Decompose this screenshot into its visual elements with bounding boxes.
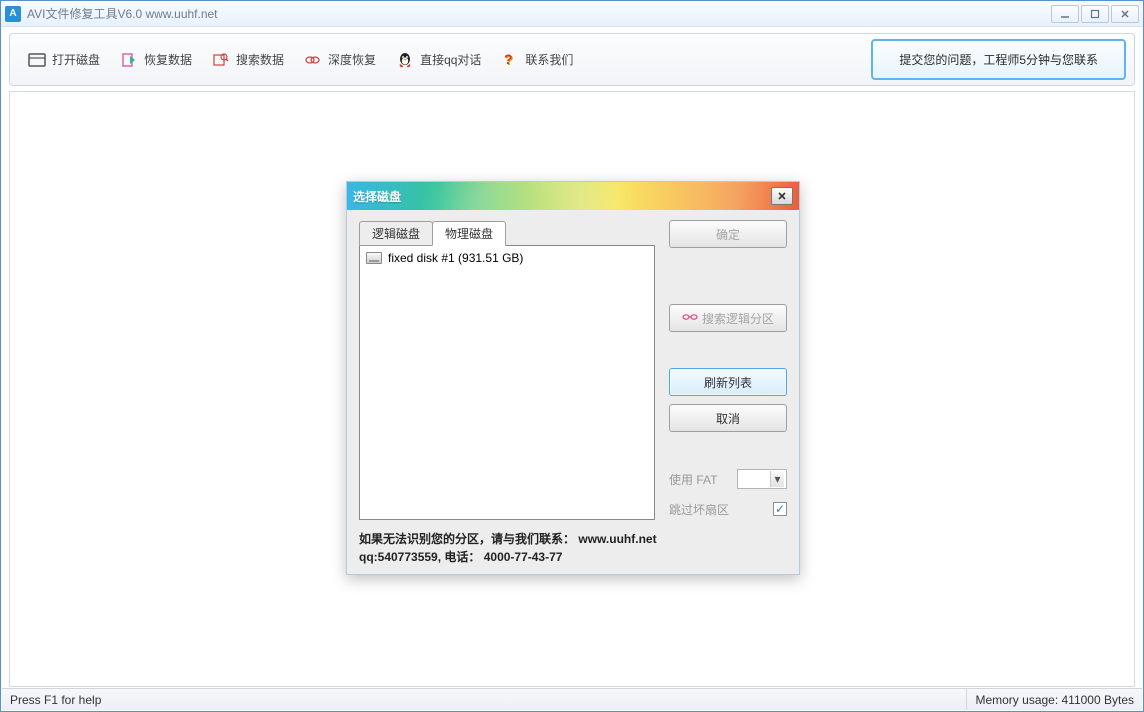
statusbar: Press F1 for help Memory usage: 411000 B… <box>2 688 1142 710</box>
search-data-icon <box>212 51 230 69</box>
disk-item[interactable]: fixed disk #1 (931.51 GB) <box>366 250 648 266</box>
engineer-contact-label: 提交您的问题，工程师5分钟与您联系 <box>899 53 1098 67</box>
ok-button[interactable]: 确定 <box>669 220 787 248</box>
open-disk-button[interactable]: 打开磁盘 <box>18 45 110 75</box>
deep-recover-label: 深度恢复 <box>328 51 376 68</box>
disk-item-label: fixed disk #1 (931.51 GB) <box>388 251 523 265</box>
titlebar: A AVI文件修复工具V6.0 www.uuhf.net <box>1 1 1143 27</box>
skip-bad-sector-option: 跳过坏扇区 ✓ <box>669 498 787 520</box>
maximize-button[interactable] <box>1081 5 1109 23</box>
footer-text: 如果无法识别您的分区，请与我们联系： <box>359 532 575 546</box>
footer-url: www.uuhf.net <box>578 532 656 546</box>
window-controls <box>1051 5 1139 23</box>
skip-bad-sector-label: 跳过坏扇区 <box>669 501 729 518</box>
ok-label: 确定 <box>716 226 740 243</box>
toolbar: 打开磁盘 恢复数据 搜索数据 深度恢复 直接qq对话 ?? 联系我们 提交您的问… <box>9 33 1135 86</box>
qq-icon <box>396 51 414 69</box>
deep-recover-icon <box>304 51 322 69</box>
open-disk-icon <box>28 51 46 69</box>
qq-chat-button[interactable]: 直接qq对话 <box>386 45 491 75</box>
use-fat-option: 使用 FAT ▾ <box>669 468 787 490</box>
search-logical-label: 搜索逻辑分区 <box>702 310 774 327</box>
recover-data-button[interactable]: 恢复数据 <box>110 45 202 75</box>
contact-us-label: 联系我们 <box>525 51 573 68</box>
dialog-footer: 如果无法识别您的分区，请与我们联系： www.uuhf.net qq:54077… <box>359 520 787 566</box>
use-fat-select[interactable]: ▾ <box>737 469 787 489</box>
recover-data-icon <box>120 51 138 69</box>
window-title: AVI文件修复工具V6.0 www.uuhf.net <box>27 5 1051 22</box>
dialog-title: 选择磁盘 <box>353 188 401 205</box>
status-memory: Memory usage: 411000 Bytes <box>966 689 1134 710</box>
use-fat-label: 使用 FAT <box>669 471 717 488</box>
tab-logical-disk[interactable]: 逻辑磁盘 <box>359 221 433 246</box>
close-button[interactable] <box>1111 5 1139 23</box>
open-disk-label: 打开磁盘 <box>52 51 100 68</box>
disk-list[interactable]: fixed disk #1 (931.51 GB) <box>359 245 655 520</box>
contact-us-button[interactable]: ?? 联系我们 <box>491 45 583 75</box>
app-icon: A <box>5 6 21 22</box>
cancel-label: 取消 <box>716 410 740 427</box>
glasses-icon <box>682 311 698 325</box>
dialog-titlebar[interactable]: 选择磁盘 <box>347 182 799 210</box>
qq-chat-label: 直接qq对话 <box>420 51 481 68</box>
search-logical-partition-button[interactable]: 搜索逻辑分区 <box>669 304 787 332</box>
disk-tabs: 逻辑磁盘 物理磁盘 <box>359 221 655 246</box>
skip-bad-sector-checkbox[interactable]: ✓ <box>773 502 787 516</box>
dialog-close-button[interactable] <box>771 187 793 205</box>
chevron-down-icon: ▾ <box>770 471 784 487</box>
minimize-button[interactable] <box>1051 5 1079 23</box>
cancel-button[interactable]: 取消 <box>669 404 787 432</box>
select-disk-dialog: 选择磁盘 逻辑磁盘 物理磁盘 fixed disk #1 (931.51 GB) <box>346 181 800 575</box>
search-data-button[interactable]: 搜索数据 <box>202 45 294 75</box>
search-data-label: 搜索数据 <box>236 51 284 68</box>
deep-recover-button[interactable]: 深度恢复 <box>294 45 386 75</box>
svg-text:?: ? <box>504 52 513 67</box>
engineer-contact-button[interactable]: 提交您的问题，工程师5分钟与您联系 <box>871 39 1126 80</box>
help-icon: ?? <box>501 51 519 69</box>
footer-contact: qq:540773559, 电话： 4000-77-43-77 <box>359 548 787 566</box>
refresh-label: 刷新列表 <box>704 374 752 391</box>
refresh-list-button[interactable]: 刷新列表 <box>669 368 787 396</box>
hard-disk-icon <box>366 252 382 264</box>
recover-data-label: 恢复数据 <box>144 51 192 68</box>
status-help: Press F1 for help <box>10 693 101 707</box>
tab-physical-disk[interactable]: 物理磁盘 <box>432 221 506 246</box>
